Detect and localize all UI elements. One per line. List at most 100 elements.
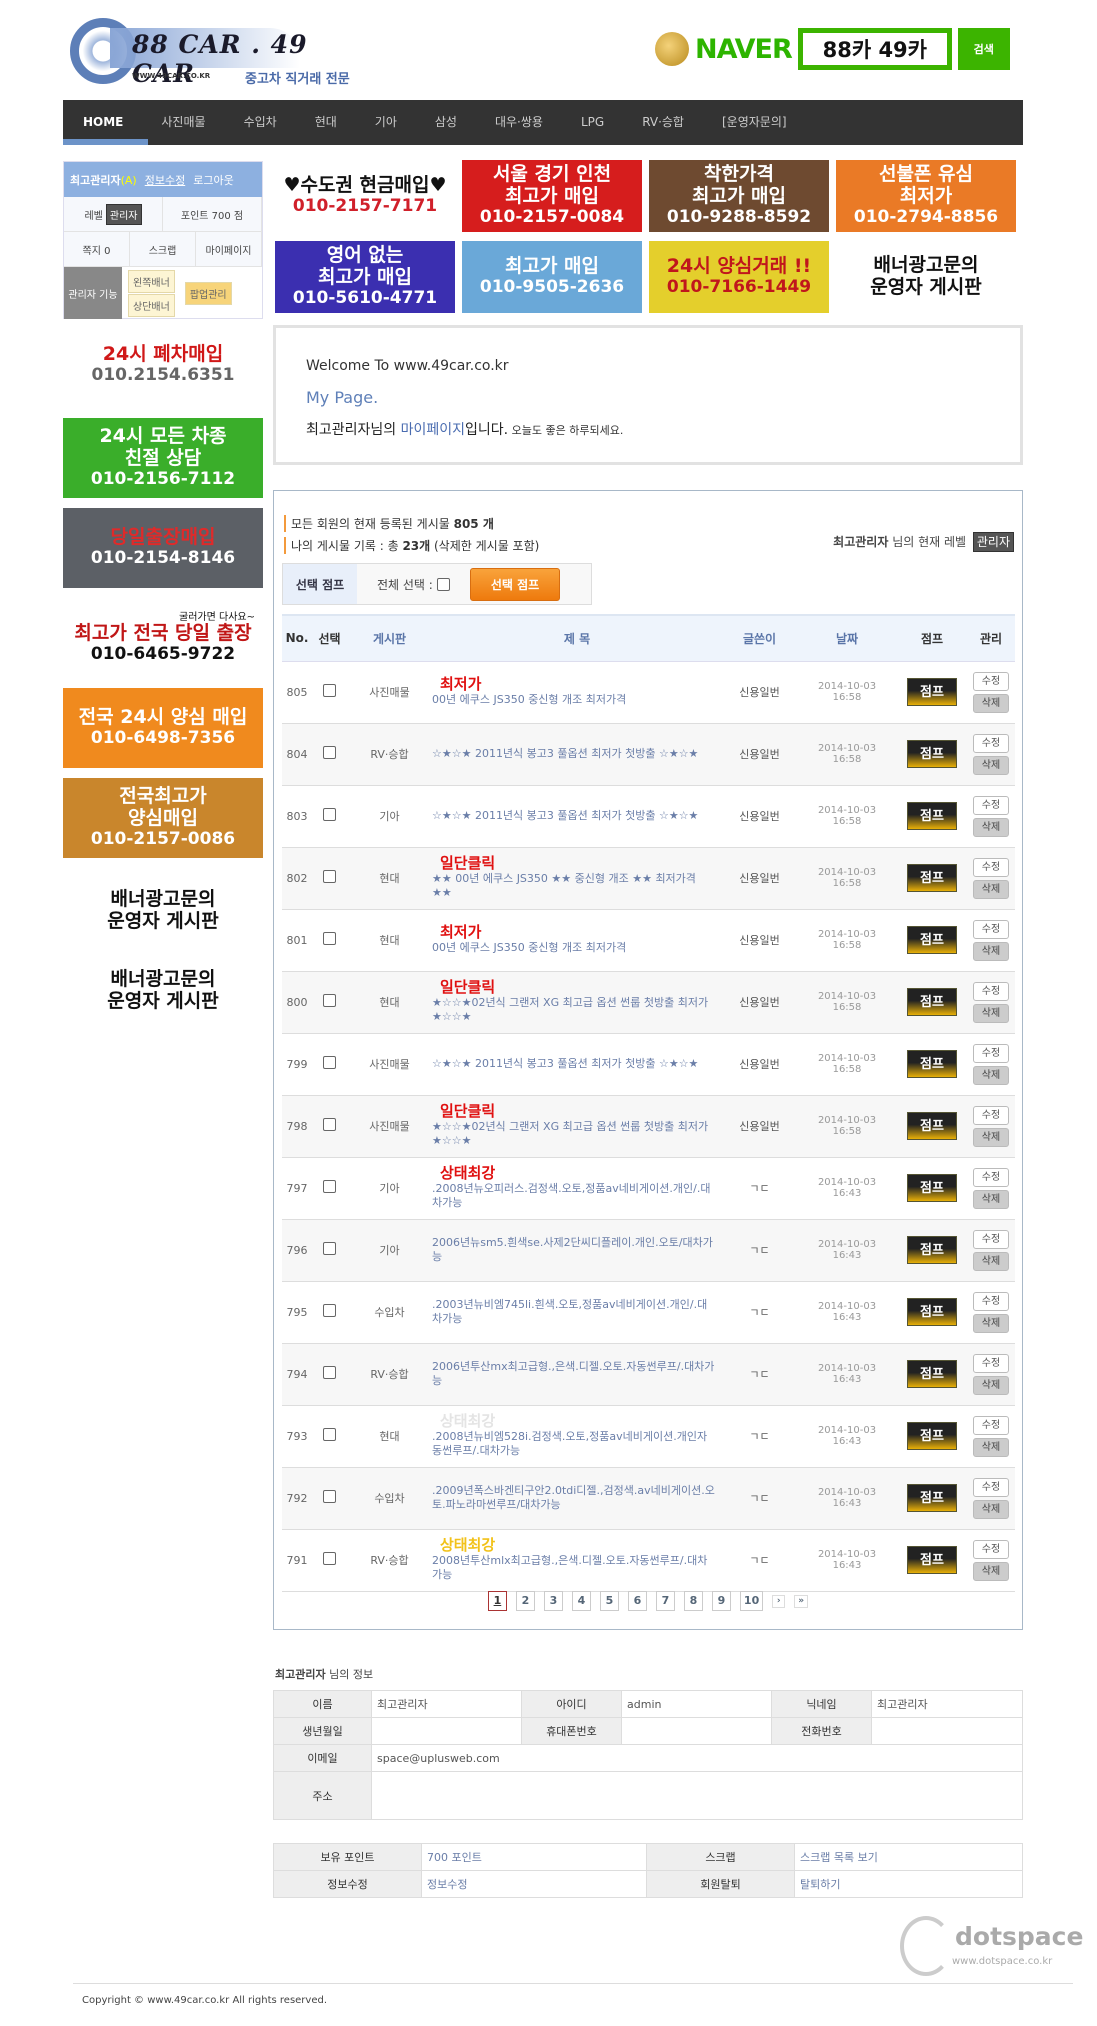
memo-link[interactable]: 쪽지 0 <box>64 232 130 266</box>
ad-banner[interactable]: 배너광고문의 운영자 게시판 <box>836 241 1016 313</box>
post-title-cell[interactable]: 일단클릭 ★☆☆★02년식 그랜저 XG 최고급 옵션 썬룹 첫방출 최저가 ★☆… <box>432 971 722 1034</box>
page-link[interactable]: 3 <box>543 1591 563 1611</box>
jump-button[interactable]: 점프 <box>907 1236 957 1264</box>
post-title-cell[interactable]: 일단클릭 ★☆☆★02년식 그랜저 XG 최고급 옵션 썬룹 첫방출 최저가 ★☆… <box>432 1095 722 1158</box>
post-title-cell[interactable]: 2006년투산mx최고급형.,은색.디젤.오토.자동썬루프/.대차가능 <box>432 1343 722 1406</box>
post-title-cell[interactable]: .2003년뉴비엠745li.흰색.오토,정품av네비게이션.개인/.대차가능 <box>432 1281 722 1344</box>
post-title[interactable]: .2009년폭스바겐티구안2.0tdi디젤.,검정색.av네비게이션.오토.파노… <box>432 1484 715 1511</box>
nav-item[interactable]: 대우·쌍용 <box>495 100 543 145</box>
jump-button[interactable]: 점프 <box>907 1050 957 1078</box>
edit-button[interactable]: 수정 <box>973 1539 1009 1559</box>
edit-button[interactable]: 수정 <box>973 1353 1009 1373</box>
nav-item[interactable]: HOME <box>62 100 150 145</box>
nav-item[interactable]: [운영자문의] <box>722 100 787 145</box>
delete-button[interactable]: 삭제 <box>973 1127 1009 1147</box>
row-checkbox[interactable] <box>323 1180 336 1193</box>
page-link[interactable]: 10 <box>739 1591 764 1611</box>
scrap-link[interactable]: 스크랩 <box>130 232 196 266</box>
jump-button[interactable]: 점프 <box>907 1546 957 1574</box>
page-link[interactable]: 8 <box>683 1591 703 1611</box>
ad-banner[interactable]: 선불폰 유심 최저가 010-2794-8856 <box>836 160 1016 232</box>
post-title[interactable]: ☆★☆★ 2011년식 봉고3 풀옵션 최저가 첫방출 ☆★☆★ <box>432 747 698 760</box>
row-checkbox[interactable] <box>323 746 336 759</box>
ad-banner[interactable]: 전국최고가 양심매입 010-2157-0086 <box>63 778 263 858</box>
edit-button[interactable]: 수정 <box>973 1415 1009 1435</box>
ad-banner[interactable]: ♥수도권 현금매입♥ 010-2157-7171 <box>275 160 455 232</box>
jump-button[interactable]: 점프 <box>907 678 957 706</box>
post-title[interactable]: ☆★☆★ 2011년식 봉고3 풀옵션 최저가 첫방출 ☆★☆★ <box>432 1057 698 1070</box>
ad-banner[interactable]: 최고가 매입 010-9505-2636 <box>462 241 642 313</box>
jump-button[interactable]: 점프 <box>907 864 957 892</box>
edit-button[interactable]: 수정 <box>973 795 1009 815</box>
row-checkbox[interactable] <box>323 994 336 1007</box>
edit-button[interactable]: 수정 <box>973 1291 1009 1311</box>
edit-button[interactable]: 수정 <box>973 981 1009 1001</box>
page-link[interactable]: 6 <box>627 1591 647 1611</box>
delete-button[interactable]: 삭제 <box>973 1375 1009 1395</box>
delete-button[interactable]: 삭제 <box>973 1065 1009 1085</box>
page-link[interactable]: 2 <box>515 1591 535 1611</box>
row-checkbox[interactable] <box>323 1552 336 1565</box>
post-title-cell[interactable]: 일단클릭 ★★ 00년 에쿠스 JS350 ★★ 중신형 개조 ★★ 최저가격 ★… <box>432 847 722 910</box>
ad-banner[interactable]: 굴러가면 다사요~ 최고가 전국 당일 출장 010-6465-9722 <box>63 598 263 678</box>
jump-button[interactable]: 점프 <box>907 1112 957 1140</box>
popup-manage-button[interactable]: 팝업관리 <box>184 281 232 305</box>
nav-item[interactable]: 사진매물 <box>161 100 205 145</box>
delete-button[interactable]: 삭제 <box>973 1313 1009 1333</box>
page-link[interactable]: 7 <box>655 1591 675 1611</box>
edit-info-link[interactable]: 정보수정 <box>427 1878 467 1891</box>
jump-button[interactable]: 점프 <box>907 802 957 830</box>
post-title[interactable]: ★☆☆★02년식 그랜저 XG 최고급 옵션 썬룹 첫방출 최저가 ★☆☆★ <box>432 1120 708 1147</box>
ad-banner[interactable]: 착한가격 최고가 매입 010-9288-8592 <box>649 160 829 232</box>
nav-item[interactable]: LPG <box>581 100 604 145</box>
post-title-cell[interactable]: 상태최강 2008년투산mlx최고급형.,은색.디젤.오토.자동썬루프/.대차가능 <box>432 1529 722 1592</box>
last-page-button[interactable]: » <box>794 1595 809 1608</box>
left-banner-button[interactable]: 왼쪽배너 <box>128 269 175 293</box>
post-title-cell[interactable]: 최저가 00년 에쿠스 JS350 중신형 개조 최저가격 <box>432 661 722 724</box>
row-checkbox[interactable] <box>323 1366 336 1379</box>
row-checkbox[interactable] <box>323 932 336 945</box>
delete-button[interactable]: 삭제 <box>973 1251 1009 1271</box>
naver-search-box[interactable]: 88카 49카 <box>797 28 952 70</box>
edit-button[interactable]: 수정 <box>973 1477 1009 1497</box>
row-checkbox[interactable] <box>323 1242 336 1255</box>
post-title[interactable]: 00년 에쿠스 JS350 중신형 개조 최저가격 <box>432 941 626 954</box>
jump-selected-button[interactable]: 선택 점프 <box>469 567 561 601</box>
row-checkbox[interactable] <box>323 1490 336 1503</box>
row-checkbox[interactable] <box>323 870 336 883</box>
nav-item[interactable]: 기아 <box>375 100 397 145</box>
delete-button[interactable]: 삭제 <box>973 1561 1009 1581</box>
post-title[interactable]: .2003년뉴비엠745li.흰색.오토,정품av네비게이션.개인/.대차가능 <box>432 1298 707 1325</box>
jump-button[interactable]: 점프 <box>907 740 957 768</box>
jump-button[interactable]: 점프 <box>907 1360 957 1388</box>
post-title[interactable]: 2008년투산mlx최고급형.,은색.디젤.오토.자동썬루프/.대차가능 <box>432 1554 707 1581</box>
delete-button[interactable]: 삭제 <box>973 755 1009 775</box>
edit-button[interactable]: 수정 <box>973 733 1009 753</box>
post-title-cell[interactable]: ☆★☆★ 2011년식 봉고3 풀옵션 최저가 첫방출 ☆★☆★ <box>432 785 722 848</box>
page-link[interactable]: 9 <box>711 1591 731 1611</box>
delete-button[interactable]: 삭제 <box>973 693 1009 713</box>
nav-item[interactable]: 현대 <box>315 100 337 145</box>
row-checkbox[interactable] <box>323 1056 336 1069</box>
delete-button[interactable]: 삭제 <box>973 1003 1009 1023</box>
edit-button[interactable]: 수정 <box>973 1167 1009 1187</box>
select-all-checkbox[interactable] <box>436 577 450 591</box>
delete-button[interactable]: 삭제 <box>973 1189 1009 1209</box>
edit-button[interactable]: 수정 <box>973 1105 1009 1125</box>
row-checkbox[interactable] <box>323 684 336 697</box>
jump-button[interactable]: 점프 <box>907 1174 957 1202</box>
post-title[interactable]: .2008년뉴비엠528i.검정색.오토,정품av네비게이션.개인자동썬루프/.… <box>432 1430 707 1457</box>
nav-item[interactable]: 삼성 <box>435 100 457 145</box>
naver-search-button[interactable]: 검색 <box>957 28 1010 70</box>
logout-link[interactable]: 로그아웃 <box>193 172 233 188</box>
post-title-cell[interactable]: 상태최강 .2008년뉴비엠528i.검정색.오토,정품av네비게이션.개인자동썬… <box>432 1405 722 1468</box>
points-value[interactable]: 700 포인트 <box>427 1851 482 1864</box>
post-title-cell[interactable]: ☆★☆★ 2011년식 봉고3 풀옵션 최저가 첫방출 ☆★☆★ <box>432 723 722 786</box>
page-link[interactable]: 4 <box>571 1591 591 1611</box>
delete-button[interactable]: 삭제 <box>973 941 1009 961</box>
post-title[interactable]: 2006년뉴sm5.흰색se.사제2단씨디플레이.개인.오토/대차가능 <box>432 1236 713 1263</box>
delete-button[interactable]: 삭제 <box>973 817 1009 837</box>
post-title-cell[interactable]: 2006년뉴sm5.흰색se.사제2단씨디플레이.개인.오토/대차가능 <box>432 1219 722 1282</box>
ad-banner[interactable]: 24시 폐차매입 010.2154.6351 <box>63 325 263 405</box>
ad-banner[interactable]: 배너광고문의 운영자 게시판 <box>63 955 263 1027</box>
